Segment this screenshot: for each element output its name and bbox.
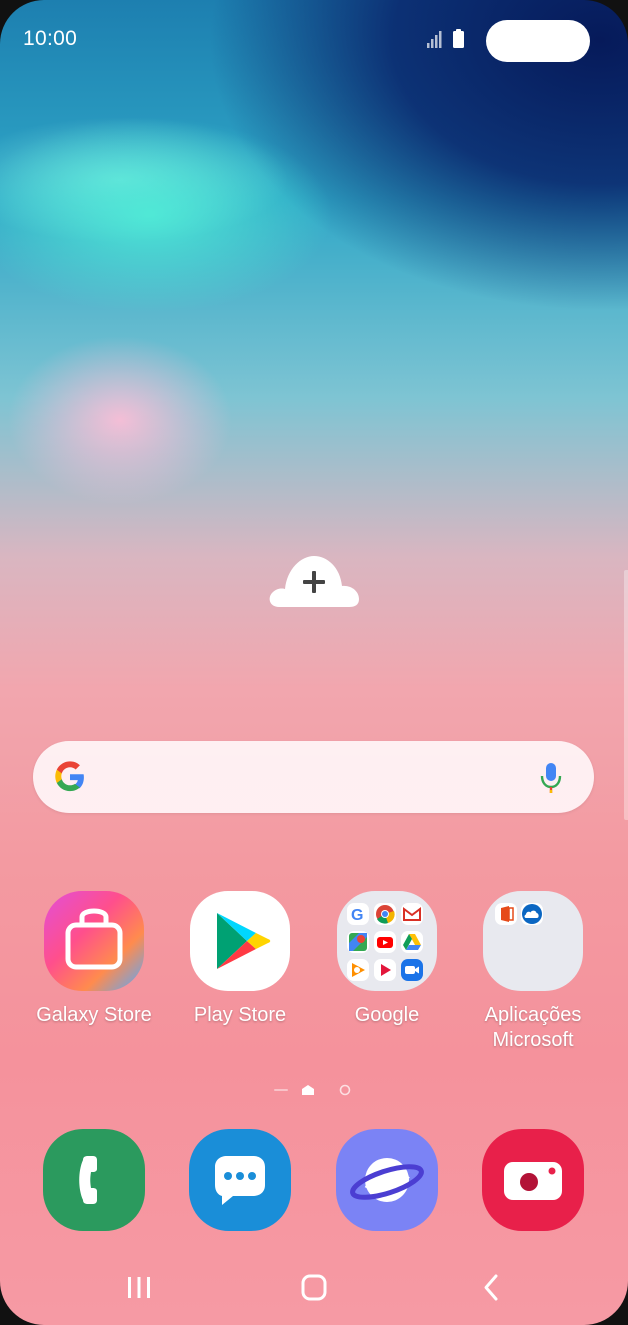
- status-time: 10:00: [23, 27, 78, 50]
- onedrive-mini-icon: [521, 903, 543, 925]
- mic-icon[interactable]: [539, 761, 563, 795]
- play-music-mini-icon: [347, 959, 369, 981]
- home-button[interactable]: [284, 1268, 344, 1308]
- google-g-icon: [55, 761, 84, 792]
- maps-mini-icon: [347, 931, 369, 953]
- recents-button[interactable]: [109, 1268, 169, 1308]
- office-mini-icon: [495, 903, 517, 925]
- dock-messages[interactable]: [189, 1129, 291, 1231]
- play-store-icon: [190, 891, 290, 991]
- front-camera-cutout: [486, 20, 590, 62]
- back-button[interactable]: [460, 1268, 520, 1308]
- internet-icon: [350, 1158, 424, 1202]
- edge-panel-handle[interactable]: [624, 570, 628, 820]
- signal-icon: [427, 31, 442, 48]
- youtube-mini-icon: [374, 931, 396, 953]
- chrome-mini-icon: [374, 903, 396, 925]
- home-screen: 10:00 Galaxy Store Play Store G Google A…: [0, 0, 628, 1325]
- page-dash-icon: [274, 1089, 288, 1091]
- app-label: Play Store: [193, 1004, 287, 1026]
- page-dot-icon: [339, 1084, 351, 1096]
- status-icons: [427, 29, 464, 48]
- folder-google[interactable]: G Google: [314, 891, 460, 1028]
- drive-mini-icon: [401, 931, 423, 953]
- galaxy-store-icon: [44, 891, 144, 991]
- svg-text:G: G: [351, 907, 363, 924]
- dock-internet[interactable]: [336, 1129, 438, 1231]
- google-mini-icon: G: [347, 903, 369, 925]
- app-label: Google: [354, 1004, 420, 1026]
- dock-camera[interactable]: [482, 1129, 584, 1231]
- play-movies-mini-icon: [374, 959, 396, 981]
- app-label: Aplicações Microsoft: [484, 1004, 582, 1051]
- battery-icon: [453, 29, 464, 48]
- google-folder-icon: G: [337, 891, 437, 991]
- app-play-store[interactable]: Play Store: [167, 891, 313, 1028]
- add-widget-icon[interactable]: [267, 553, 361, 609]
- app-label: Galaxy Store: [36, 1004, 152, 1026]
- gmail-mini-icon: [401, 903, 423, 925]
- duo-mini-icon: [401, 959, 423, 981]
- page-indicator: [274, 1084, 351, 1096]
- app-galaxy-store[interactable]: Galaxy Store: [21, 891, 167, 1028]
- google-search-bar[interactable]: [33, 741, 594, 813]
- folder-microsoft[interactable]: Aplicações Microsoft: [460, 891, 606, 1053]
- microsoft-folder-icon: [483, 891, 583, 991]
- dock-phone[interactable]: [43, 1129, 145, 1231]
- messages-icon: [215, 1156, 265, 1205]
- camera-icon: [504, 1162, 562, 1200]
- phone-icon: [79, 1156, 97, 1204]
- home-page-icon: [302, 1085, 314, 1095]
